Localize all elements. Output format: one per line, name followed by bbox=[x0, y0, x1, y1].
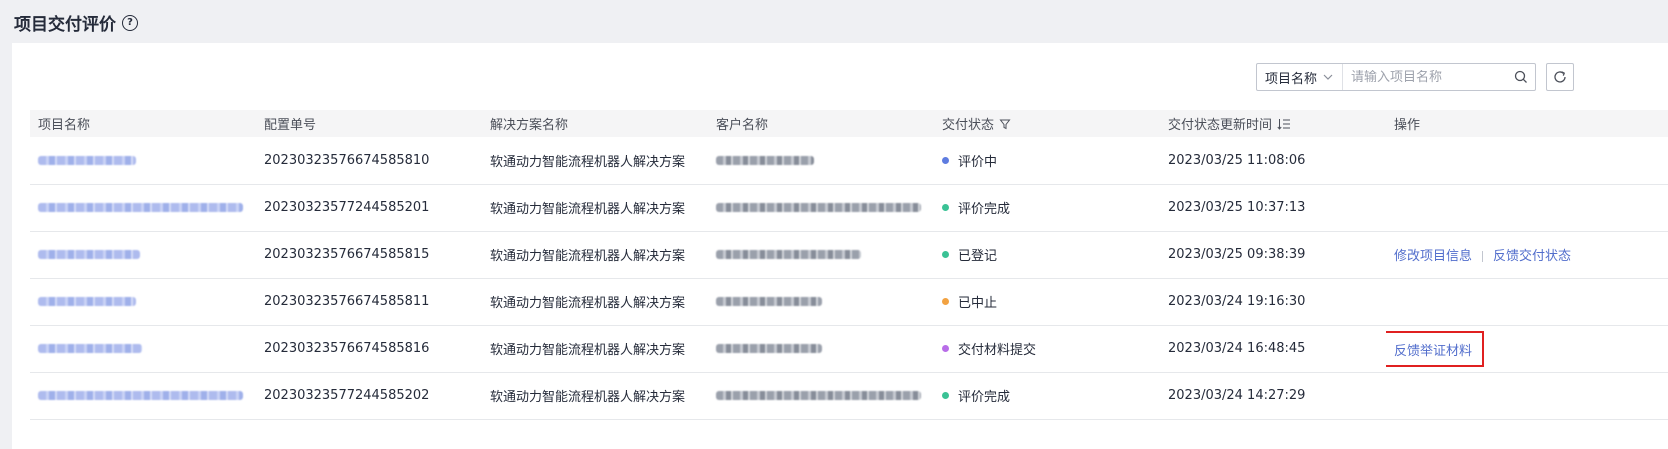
project-name-link-redacted[interactable] bbox=[38, 391, 243, 400]
col-updated: 交付状态更新时间 bbox=[1160, 110, 1386, 137]
actions-cell: 修改项目信息 反馈交付状态 bbox=[1386, 231, 1668, 278]
status-cell: 已中止 bbox=[942, 292, 1152, 311]
solution-cell: 软通动力智能流程机器人解决方案 bbox=[490, 390, 686, 405]
actions-cell bbox=[1386, 278, 1668, 325]
search-input[interactable] bbox=[1343, 69, 1507, 85]
customer-name-redacted bbox=[716, 203, 921, 212]
status-dot bbox=[942, 392, 949, 399]
project-name-link-redacted[interactable] bbox=[38, 203, 243, 212]
highlight-box: 反馈举证材料 bbox=[1386, 330, 1485, 367]
status-cell: 评价完成 bbox=[942, 386, 1152, 405]
config-no-cell: 20230323576674585810 bbox=[264, 152, 430, 168]
status-cell: 交付材料提交 bbox=[942, 339, 1152, 358]
customer-name-redacted bbox=[716, 391, 921, 400]
customer-name-redacted bbox=[716, 297, 822, 306]
feedback-delivery-status-link[interactable]: 反馈交付状态 bbox=[1493, 249, 1571, 264]
solution-cell: 软通动力智能流程机器人解决方案 bbox=[490, 249, 686, 264]
page-title: 项目交付评价 ? bbox=[14, 10, 138, 35]
project-name-link-redacted[interactable] bbox=[38, 344, 142, 353]
table-row: 20230323577244585202 软通动力智能流程机器人解决方案 评价完… bbox=[30, 372, 1668, 419]
updated-cell: 2023/03/25 11:08:06 bbox=[1168, 152, 1306, 168]
config-no-cell: 20230323576674585815 bbox=[264, 247, 430, 262]
status-text: 评价完成 bbox=[958, 202, 1011, 217]
status-cell: 评价完成 bbox=[942, 198, 1152, 217]
refresh-icon[interactable] bbox=[1546, 63, 1574, 91]
actions-cell bbox=[1386, 137, 1668, 184]
table-row: 20230323577244585201 软通动力智能流程机器人解决方案 评价完… bbox=[30, 184, 1668, 231]
updated-cell: 2023/03/25 09:38:39 bbox=[1168, 247, 1306, 262]
solution-cell: 软通动力智能流程机器人解决方案 bbox=[490, 296, 686, 311]
table-row: 20230323576674585815 软通动力智能流程机器人解决方案 已登记… bbox=[30, 231, 1668, 278]
status-dot bbox=[942, 298, 949, 305]
status-text: 已登记 bbox=[958, 249, 998, 264]
search-icon[interactable] bbox=[1507, 64, 1535, 90]
solution-cell: 软通动力智能流程机器人解决方案 bbox=[490, 343, 686, 358]
project-name-link-redacted[interactable] bbox=[38, 155, 136, 165]
col-config-no: 配置单号 bbox=[264, 118, 317, 133]
sort-icon[interactable] bbox=[1277, 118, 1291, 130]
config-no-cell: 20230323576674585816 bbox=[264, 341, 430, 356]
col-updated-label: 交付状态更新时间 bbox=[1168, 118, 1273, 133]
solution-cell: 软通动力智能流程机器人解决方案 bbox=[490, 202, 686, 217]
updated-cell: 2023/03/24 14:27:29 bbox=[1168, 388, 1306, 403]
filter-icon[interactable] bbox=[999, 118, 1011, 130]
col-status-label: 交付状态 bbox=[942, 118, 995, 133]
project-name-link-redacted[interactable] bbox=[38, 250, 140, 259]
edit-project-info-link[interactable]: 修改项目信息 bbox=[1394, 249, 1472, 264]
customer-name-redacted bbox=[716, 155, 814, 165]
actions-cell: 反馈举证材料 bbox=[1386, 325, 1668, 372]
status-dot bbox=[942, 156, 949, 164]
table-header-row: 项目名称 配置单号 解决方案名称 客户名称 交付状态 交付状态更新时间 操作 bbox=[30, 110, 1668, 137]
table-row: 20230323576674585810 软通动力智能流程机器人解决方案 评价中… bbox=[30, 137, 1668, 184]
table-row: 20230323576674585811 软通动力智能流程机器人解决方案 已中止… bbox=[30, 278, 1668, 325]
search-field-select[interactable]: 项目名称 bbox=[1257, 64, 1344, 90]
updated-cell: 2023/03/24 19:16:30 bbox=[1168, 294, 1306, 309]
search-box: 项目名称 bbox=[1256, 63, 1536, 91]
col-project-name: 项目名称 bbox=[38, 118, 91, 133]
question-circle-icon[interactable]: ? bbox=[122, 14, 138, 31]
updated-cell: 2023/03/25 10:37:13 bbox=[1168, 200, 1306, 215]
solution-cell: 软通动力智能流程机器人解决方案 bbox=[490, 154, 686, 170]
page-title-text: 项目交付评价 bbox=[14, 15, 116, 35]
chevron-down-icon bbox=[1323, 74, 1333, 80]
project-name-link-redacted[interactable] bbox=[38, 297, 136, 306]
feedback-evidence-link[interactable]: 反馈举证材料 bbox=[1394, 344, 1472, 359]
customer-name-redacted bbox=[716, 250, 861, 259]
status-dot bbox=[942, 204, 949, 211]
delivery-table: 项目名称 配置单号 解决方案名称 客户名称 交付状态 交付状态更新时间 操作 2… bbox=[30, 110, 1668, 420]
status-cell: 已登记 bbox=[942, 245, 1152, 264]
actions-cell bbox=[1386, 184, 1668, 231]
action-separator bbox=[1482, 251, 1484, 262]
status-text: 交付材料提交 bbox=[958, 343, 1037, 358]
customer-name-redacted bbox=[716, 344, 822, 353]
search-field-label: 项目名称 bbox=[1265, 71, 1318, 87]
config-no-cell: 20230323576674585811 bbox=[264, 294, 430, 309]
status-text: 评价中 bbox=[958, 154, 998, 170]
table-row: 20230323576674585816 软通动力智能流程机器人解决方案 交付材… bbox=[30, 325, 1668, 372]
status-text: 已中止 bbox=[958, 296, 998, 311]
status-cell: 评价中 bbox=[942, 151, 1152, 170]
status-text: 评价完成 bbox=[958, 390, 1011, 405]
config-no-cell: 20230323577244585202 bbox=[264, 388, 430, 403]
updated-cell: 2023/03/24 16:48:45 bbox=[1168, 341, 1306, 356]
status-dot bbox=[942, 251, 949, 258]
config-no-cell: 20230323577244585201 bbox=[264, 200, 430, 215]
actions-cell bbox=[1386, 372, 1668, 419]
col-solution: 解决方案名称 bbox=[490, 118, 569, 133]
col-status: 交付状态 bbox=[934, 110, 1160, 137]
status-dot bbox=[942, 345, 949, 352]
content-card: 项目名称 项目名称 配置单号 解决方案名称 客户名称 交付状态 bbox=[12, 43, 1668, 449]
col-actions: 操作 bbox=[1394, 118, 1421, 133]
col-customer: 客户名称 bbox=[716, 118, 769, 133]
